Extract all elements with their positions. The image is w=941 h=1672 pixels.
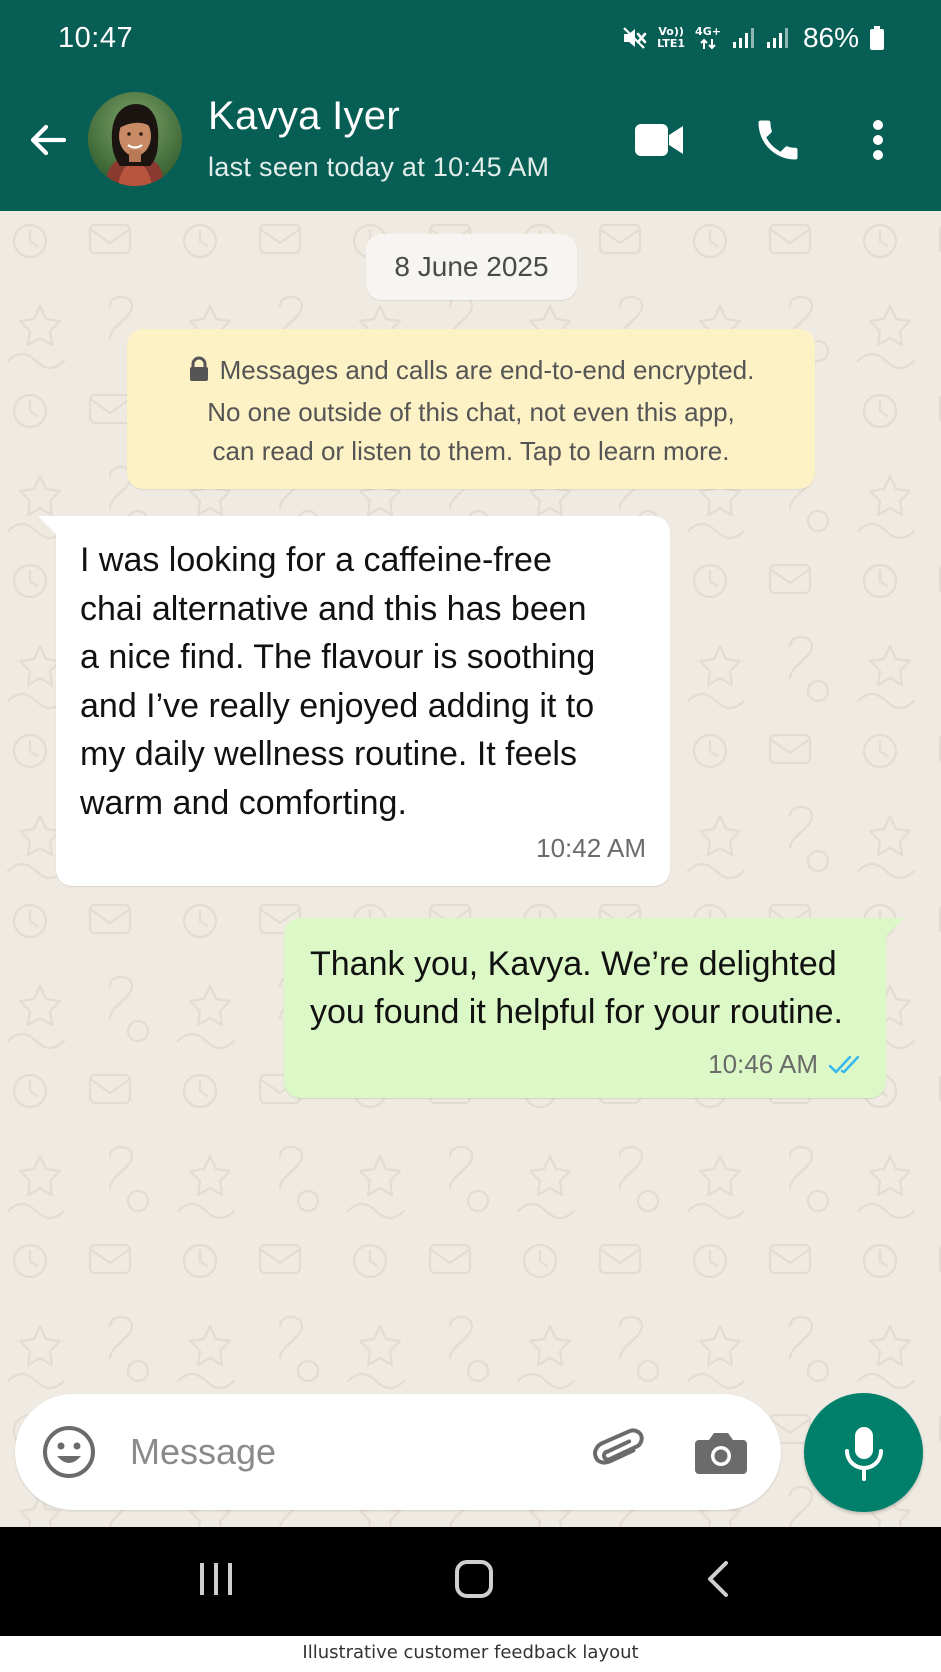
video-call-icon [635, 124, 683, 156]
contact-avatar[interactable] [88, 92, 182, 186]
message-line: and I’ve really enjoyed adding it to [80, 686, 595, 725]
message-line: I was looking for a caffeine-free [80, 541, 552, 579]
status-time: 10:47 [58, 22, 134, 54]
network-label: 4G+ [695, 25, 721, 38]
incoming-message-bubble[interactable]: I was looking for a caffeine-free chai a… [38, 516, 670, 886]
message-line: chai alternative and this has been [80, 589, 587, 628]
status-icons: Vo)) LTE1 4G+ 86% [621, 20, 885, 56]
volte-icon: Vo)) LTE1 [657, 26, 685, 50]
attach-icon [593, 1428, 644, 1465]
date-chip: 8 June 2025 [366, 234, 577, 300]
contact-name[interactable]: Kavya Iyer [208, 94, 400, 139]
back-button[interactable] [24, 116, 72, 164]
message-timestamp: 10:46 AM [708, 1049, 818, 1079]
status-bar: 10:47 Vo)) LTE1 4G+ 86% [0, 0, 941, 78]
encryption-line-1: Messages and calls are end-to-end encryp… [219, 355, 755, 385]
chat-area[interactable]: 8 June 2025 Messages and calls are end-t… [0, 211, 941, 1527]
back-arrow-icon [30, 124, 67, 156]
phone-icon [758, 120, 798, 160]
encryption-notice[interactable]: Messages and calls are end-to-end encryp… [127, 329, 815, 489]
voice-message-button[interactable] [804, 1393, 923, 1512]
message-line: my daily wellness routine. It feels [80, 735, 577, 774]
message-line: warm and comforting. [80, 783, 407, 822]
lock-icon [188, 354, 210, 393]
encryption-line-2: No one outside of this chat, not even th… [207, 397, 735, 427]
system-nav-bar [0, 1527, 941, 1636]
battery-percent: 86% [802, 22, 859, 53]
incoming-message-text: I was looking for a caffeine-free chai a… [80, 536, 650, 828]
caption: Illustrative customer feedback layout [0, 1636, 941, 1672]
recents-icon [200, 1563, 232, 1595]
attach-button[interactable] [590, 1422, 650, 1487]
more-vert-icon [873, 120, 883, 160]
message-line: a nice find. The flavour is soothing [80, 638, 596, 677]
mute-icon [621, 25, 647, 51]
bubble-tail [38, 516, 58, 536]
double-check-icon [828, 1055, 860, 1073]
volte-label-bottom: LTE1 [657, 37, 686, 50]
chat-header: Kavya Iyer last seen today at 10:45 AM [0, 78, 941, 211]
signal-icon [731, 26, 755, 50]
nav-back-icon [708, 1561, 728, 1597]
message-timestamp: 10:42 AM [536, 833, 646, 863]
camera-button[interactable] [693, 1424, 749, 1485]
mic-icon [844, 1426, 883, 1481]
emoji-icon [43, 1426, 95, 1478]
more-options-button[interactable] [868, 114, 888, 171]
message-composer [15, 1394, 781, 1510]
home-button[interactable] [453, 1557, 495, 1606]
nav-back-button[interactable] [702, 1559, 732, 1604]
outgoing-message-bubble[interactable]: Thank you, Kavya. We’re delighted you fo… [284, 918, 904, 1098]
bubble-tail [884, 918, 904, 938]
signal-icon [765, 26, 789, 50]
video-call-button[interactable] [633, 114, 685, 171]
message-meta: 10:46 AM [708, 1049, 866, 1080]
encryption-line-3: can read or listen to them. Tap to learn… [212, 436, 730, 466]
camera-icon [695, 1433, 747, 1474]
battery-icon [869, 25, 885, 51]
last-seen-status: last seen today at 10:45 AM [208, 152, 550, 182]
voice-call-button[interactable] [752, 114, 804, 171]
outgoing-message-text: Thank you, Kavya. We’re delighted you fo… [310, 940, 870, 1036]
message-line: you found it helpful for your routine. [310, 993, 843, 1031]
emoji-button[interactable] [41, 1424, 97, 1485]
data-4g-icon: 4G+ [695, 26, 721, 50]
message-line: Thank you, Kavya. We’re delighted [310, 945, 837, 983]
recents-button[interactable] [196, 1559, 236, 1604]
home-icon [455, 1560, 493, 1598]
message-input[interactable] [130, 1424, 550, 1480]
